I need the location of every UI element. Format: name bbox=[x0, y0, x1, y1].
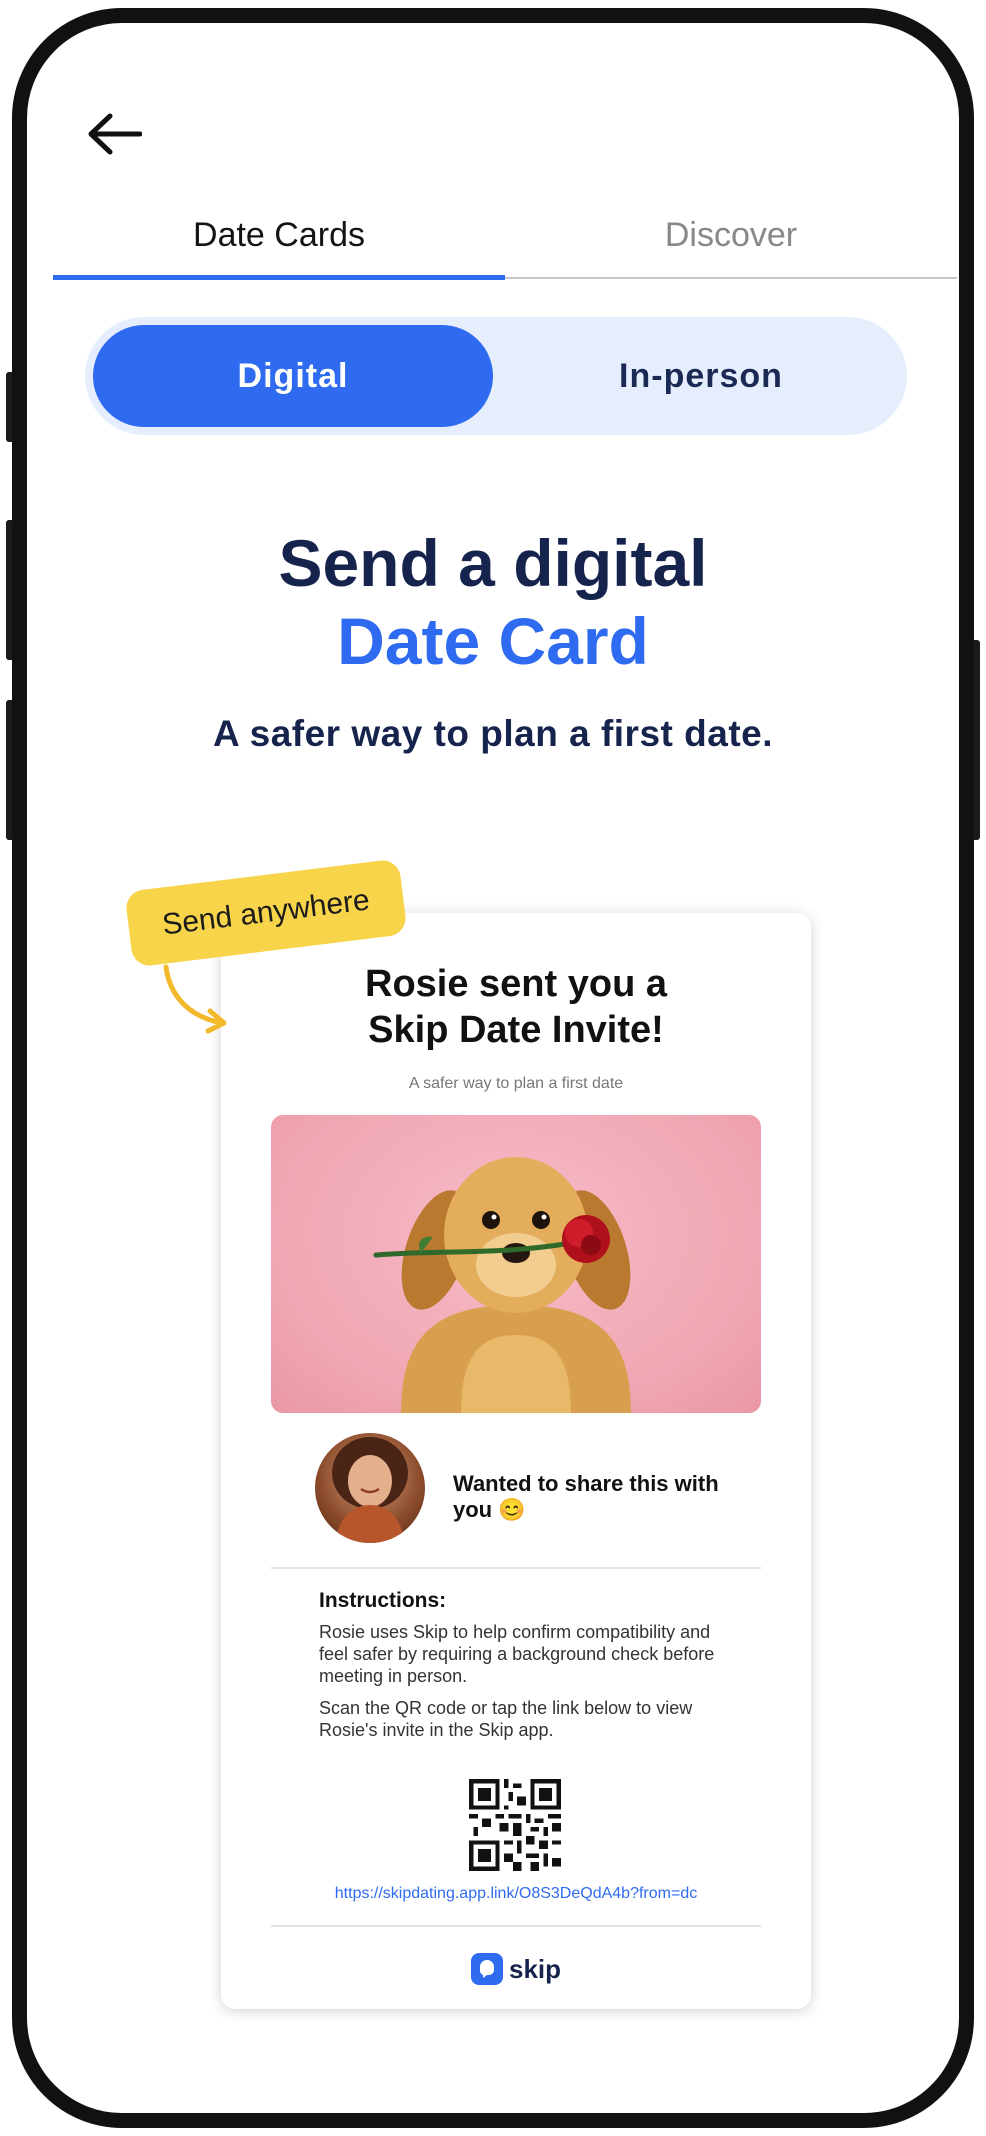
card-title-line1: Rosie sent you a bbox=[365, 963, 667, 1005]
skip-logo: skip bbox=[221, 1953, 811, 1985]
puppy-rose-image bbox=[271, 1115, 761, 1413]
segment-digital[interactable]: Digital bbox=[93, 325, 493, 427]
mode-segmented-control: Digital In-person bbox=[85, 317, 907, 435]
instructions-paragraph-2: Scan the QR code or tap the link below t… bbox=[319, 1698, 693, 1740]
tab-discover[interactable]: Discover bbox=[505, 205, 957, 277]
back-button[interactable] bbox=[79, 99, 149, 169]
card-subtitle: A safer way to plan a first date bbox=[408, 1075, 624, 1092]
skip-logo-icon bbox=[470, 1953, 503, 1985]
qr-code-icon[interactable] bbox=[469, 1779, 561, 1871]
app-screen: Date Cards Discover Digital In-person Se… bbox=[27, 23, 959, 2113]
headline-line1: Send a digital bbox=[278, 526, 708, 600]
avatar-portrait bbox=[332, 1437, 408, 1543]
card-divider-bottom bbox=[271, 1925, 761, 1927]
card-title: Rosie sent you a Skip Date Invite! bbox=[221, 961, 811, 1053]
card-title-line2: Skip Date Invite! bbox=[368, 1009, 664, 1051]
tab-bar: Date Cards Discover bbox=[53, 205, 957, 280]
headline-line2: Date Card bbox=[337, 604, 649, 678]
avatar bbox=[315, 1433, 425, 1543]
segment-in-person[interactable]: In-person bbox=[503, 325, 899, 427]
skip-logo-text: skip bbox=[508, 1953, 562, 1984]
instructions-paragraph-1: Rosie uses Skip to help confirm compatib… bbox=[319, 1622, 715, 1686]
tab-date-cards[interactable]: Date Cards bbox=[53, 205, 505, 280]
card-divider-top bbox=[271, 1567, 761, 1569]
invite-message: Wanted to share this with you 😊 bbox=[453, 1471, 719, 1522]
arrow-left-icon bbox=[88, 113, 142, 155]
date-card-preview: Rosie sent you a Skip Date Invite! A saf… bbox=[221, 913, 811, 2009]
headline-subtitle: A safer way to plan a first date. bbox=[212, 713, 773, 754]
puppy-illustration bbox=[373, 1157, 631, 1413]
invite-link[interactable]: https://skipdating.app.link/O8S3DeQdA4b?… bbox=[221, 1885, 811, 1903]
phone-frame: Date Cards Discover Digital In-person Se… bbox=[12, 8, 974, 2128]
curved-arrow-icon bbox=[163, 964, 227, 1034]
instructions-title: Instructions: bbox=[319, 1589, 447, 1612]
